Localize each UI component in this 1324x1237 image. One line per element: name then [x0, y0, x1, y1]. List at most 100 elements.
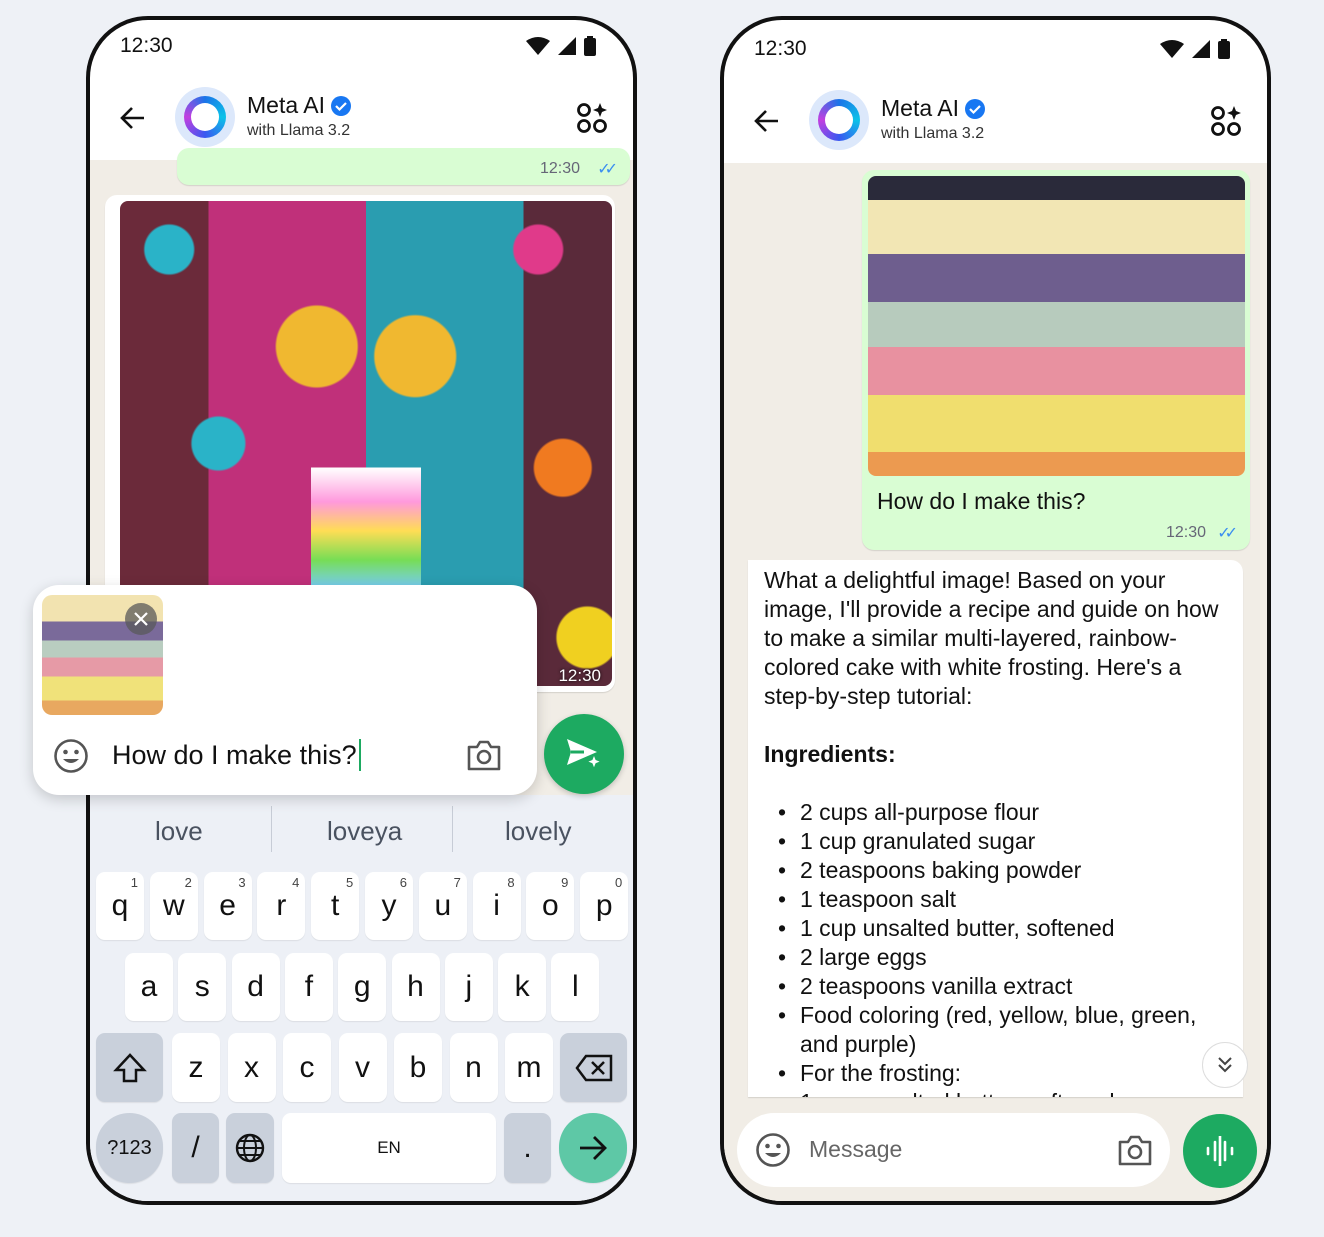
key[interactable]: j [444, 953, 493, 1021]
key-label: t [331, 889, 340, 922]
previous-message-bubble: 12:30 ✓✓ [177, 148, 630, 185]
ingredients-list: 2 cups all-purpose flour1 cup granulated… [764, 798, 1227, 1097]
key[interactable]: p0 [580, 872, 629, 940]
emoji-icon[interactable] [53, 738, 89, 774]
slash-key[interactable]: / [172, 1113, 219, 1183]
ingredient-item: 2 cups all-purpose flour [764, 798, 1227, 827]
key-digit: 7 [453, 875, 461, 890]
ingredient-item: 1 cup granulated sugar [764, 827, 1227, 856]
meta-ai-logo-icon [818, 99, 860, 141]
contact-name[interactable]: Meta AI [247, 92, 351, 119]
message-composer[interactable]: Message [737, 1113, 1170, 1187]
key-label: b [409, 1050, 427, 1084]
user-image-message[interactable]: How do I make this? 12:30 ✓✓ [862, 170, 1250, 550]
key-label: w [162, 889, 185, 922]
avatar[interactable] [175, 87, 235, 147]
key[interactable]: i8 [472, 872, 521, 940]
key[interactable]: d [231, 953, 280, 1021]
back-arrow-icon[interactable] [118, 104, 146, 132]
key[interactable]: e3 [203, 872, 252, 940]
key-digit: 5 [345, 875, 354, 890]
close-icon [134, 612, 148, 626]
camera-icon[interactable] [466, 738, 502, 772]
chevron-double-down-icon [1218, 1057, 1232, 1073]
camera-icon[interactable] [1117, 1133, 1153, 1167]
suggestion-lovely[interactable]: lovely [505, 816, 571, 847]
key[interactable]: q1 [96, 872, 144, 940]
key[interactable]: c [283, 1033, 331, 1102]
attached-cake-thumbnail[interactable] [42, 595, 163, 715]
message-input-placeholder[interactable]: Message [809, 1136, 902, 1163]
key[interactable]: x [227, 1033, 276, 1102]
key[interactable]: h [391, 953, 440, 1021]
message-input[interactable]: How do I make this? [112, 739, 361, 771]
key[interactable]: f [284, 953, 333, 1021]
key-label: f [304, 970, 314, 1003]
enter-key[interactable] [559, 1113, 627, 1183]
key-label: h [407, 970, 424, 1003]
language-key[interactable] [226, 1113, 274, 1183]
key-label: l [572, 970, 579, 1003]
key-label: u [434, 889, 452, 922]
symbols-key[interactable]: ?123 [96, 1113, 163, 1183]
ingredients-heading: Ingredients: [764, 741, 896, 767]
space-key[interactable]: EN [282, 1113, 496, 1183]
key[interactable]: s [178, 953, 227, 1021]
key[interactable]: g [338, 953, 387, 1021]
key-label: a [140, 970, 158, 1003]
voice-message-button[interactable] [1183, 1114, 1257, 1188]
backspace-key[interactable] [560, 1033, 627, 1102]
read-receipt-icon: ✓✓ [597, 161, 618, 178]
shift-key[interactable] [96, 1033, 163, 1102]
signal-icon [1192, 40, 1210, 58]
key[interactable]: y6 [365, 872, 413, 940]
backspace-icon [574, 1054, 612, 1081]
battery-icon [1218, 39, 1230, 59]
key-label: s [194, 970, 210, 1003]
key-label: j [465, 970, 473, 1003]
key[interactable]: a [125, 953, 173, 1021]
ai-apps-icon[interactable] [1210, 105, 1242, 137]
send-button[interactable] [544, 714, 624, 794]
key[interactable]: z [172, 1033, 220, 1102]
key[interactable]: b [394, 1033, 442, 1102]
scroll-to-bottom-button[interactable] [1202, 1042, 1248, 1088]
key-digit: 0 [614, 875, 623, 890]
composer-card: How do I make this? [33, 585, 537, 795]
key-digit: 8 [507, 875, 515, 890]
key-digit: 2 [184, 875, 192, 890]
divider [271, 806, 272, 852]
key[interactable]: o9 [526, 872, 575, 940]
key-digit: 6 [399, 875, 407, 890]
key-label: q [111, 889, 129, 922]
key[interactable]: r4 [257, 872, 306, 940]
key[interactable]: t5 [311, 872, 360, 940]
key[interactable]: u7 [418, 872, 467, 940]
key[interactable]: n [449, 1033, 498, 1102]
contact-name[interactable]: Meta AI [881, 95, 985, 122]
contact-subtitle: with Llama 3.2 [881, 125, 985, 142]
suggestion-loveya[interactable]: loveya [327, 816, 402, 847]
key-label: n [465, 1050, 482, 1084]
send-ai-icon [567, 739, 600, 768]
ai-apps-icon[interactable] [576, 102, 608, 134]
ingredient-item: 1 teaspoon salt [764, 885, 1227, 914]
key[interactable]: w2 [149, 872, 198, 940]
ingredient-item: 1 cup unsalted butter, softened [764, 914, 1227, 943]
arrow-right-icon [580, 1136, 607, 1160]
ingredient-item: For the frosting: [764, 1059, 1227, 1088]
key-label: z [188, 1050, 204, 1084]
suggestion-love[interactable]: love [155, 816, 203, 847]
back-arrow-icon[interactable] [752, 107, 780, 135]
key[interactable]: k [498, 953, 547, 1021]
key-label: y [381, 889, 397, 922]
remove-attachment-button[interactable] [125, 603, 157, 635]
key[interactable]: m [505, 1033, 553, 1102]
key[interactable]: l [551, 953, 600, 1021]
period-key[interactable]: . [504, 1113, 551, 1183]
emoji-icon[interactable] [755, 1132, 791, 1168]
divider [452, 806, 453, 852]
key[interactable]: v [338, 1033, 387, 1102]
avatar[interactable] [809, 90, 869, 150]
rainbow-cake-image[interactable] [868, 176, 1245, 476]
